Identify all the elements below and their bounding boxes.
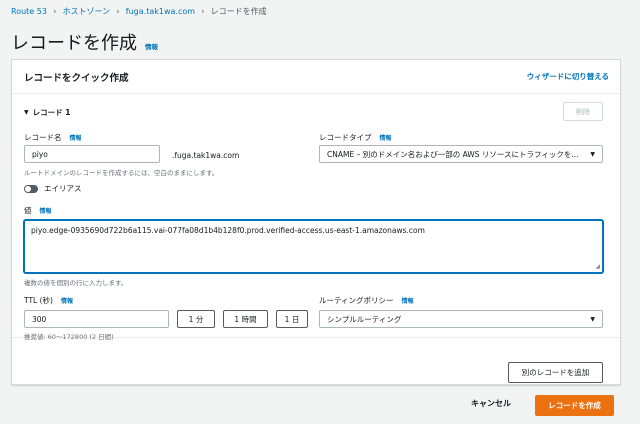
record-expand-toggle[interactable]: ▼ レコード 1	[24, 107, 70, 118]
value-hint: 複数の値を個別の行に入力します。	[24, 279, 128, 287]
record-type-label: レコードタイプ 情報	[319, 132, 392, 143]
panel-header: レコードをクイック作成 ウィザードに切り替える	[12, 60, 620, 94]
page-header: レコードを作成 情報	[11, 29, 158, 55]
ttl-info-link[interactable]: 情報	[61, 296, 73, 305]
breadcrumb-hosted-zones[interactable]: ホストゾーン	[63, 6, 111, 17]
alias-toggle[interactable]	[24, 184, 38, 193]
routing-policy-select[interactable]: シンプルルーティング ▼	[319, 310, 603, 328]
routing-policy-value: シンプルルーティング	[327, 314, 402, 324]
record-type-label-text: レコードタイプ	[319, 133, 372, 142]
breadcrumb-zone[interactable]: fuga.tak1wa.com	[126, 7, 195, 16]
switch-to-wizard-link[interactable]: ウィザードに切り替える	[527, 71, 609, 82]
value-textarea[interactable]: piyo.edge-0935690d722b6a115.vai-077fa08d…	[24, 220, 603, 273]
caret-down-icon: ▼	[24, 109, 29, 116]
alias-row: エイリアス	[24, 183, 82, 194]
record-name-label-text: レコード名	[24, 133, 62, 142]
ttl-input[interactable]: 300	[24, 310, 169, 328]
value-info-link[interactable]: 情報	[40, 206, 52, 215]
domain-suffix: .fuga.tak1wa.com	[172, 151, 240, 160]
record-type-info-link[interactable]: 情報	[380, 133, 392, 142]
routing-policy-info-link[interactable]: 情報	[402, 296, 414, 305]
caret-down-icon: ▼	[590, 150, 595, 158]
chevron-right-icon: ›	[52, 6, 57, 17]
delete-button[interactable]: 削除	[563, 102, 603, 121]
routing-policy-label: ルーティングポリシー 情報	[319, 295, 414, 306]
record-name-hint: ルートドメインのレコードを作成するには、空白のままにします。	[24, 169, 219, 177]
breadcrumb-route53[interactable]: Route 53	[11, 7, 47, 16]
breadcrumb: Route 53 › ホストゾーン › fuga.tak1wa.com › レコ…	[11, 6, 267, 17]
panel-title: レコードをクイック作成	[24, 72, 129, 84]
record-heading: レコード 1	[32, 108, 71, 117]
resize-handle-icon[interactable]: ◢	[595, 263, 600, 270]
value-text: piyo.edge-0935690d722b6a115.vai-077fa08d…	[31, 226, 425, 235]
breadcrumb-current: レコードを作成	[210, 7, 267, 16]
quick-create-panel: レコードをクイック作成 ウィザードに切り替える ▼ レコード 1 削除 レコード…	[11, 59, 621, 385]
ttl-1-minute-button[interactable]: 1 分	[177, 310, 215, 328]
record-name-input[interactable]: piyo	[24, 145, 160, 163]
ttl-hint: 推奨値: 60〜172800 (2 日間)	[24, 333, 114, 341]
caret-down-icon: ▼	[590, 315, 595, 323]
routing-policy-label-text: ルーティングポリシー	[319, 296, 394, 305]
record-type-select[interactable]: CNAME – 別のドメイン名および一部の AWS リソースにトラフィックを..…	[319, 145, 603, 163]
ttl-1-day-button[interactable]: 1 日	[276, 310, 308, 328]
create-records-button[interactable]: レコードを作成	[535, 395, 614, 416]
value-label-text: 値	[24, 206, 32, 215]
ttl-label: TTL (秒) 情報	[24, 295, 73, 306]
record-section: ▼ レコード 1 削除 レコード名 情報 piyo .fuga.tak1wa.c…	[12, 94, 620, 341]
cancel-button[interactable]: キャンセル	[471, 398, 511, 409]
record-name-label: レコード名 情報	[24, 132, 82, 143]
alias-label: エイリアス	[44, 184, 82, 193]
record-type-value: CNAME – 別のドメイン名および一部の AWS リソースにトラフィックを..…	[327, 149, 579, 159]
chevron-right-icon: ›	[201, 6, 205, 17]
page-title: レコードを作成	[11, 33, 137, 54]
record-name-info-link[interactable]: 情報	[70, 133, 82, 142]
ttl-label-text: TTL (秒)	[24, 296, 53, 305]
ttl-1-hour-button[interactable]: 1 時間	[223, 310, 268, 328]
chevron-right-icon: ›	[116, 6, 120, 17]
page-info-link[interactable]: 情報	[145, 41, 158, 51]
value-label: 値 情報	[24, 205, 52, 216]
add-another-record-button[interactable]: 別のレコードを追加	[508, 362, 603, 383]
